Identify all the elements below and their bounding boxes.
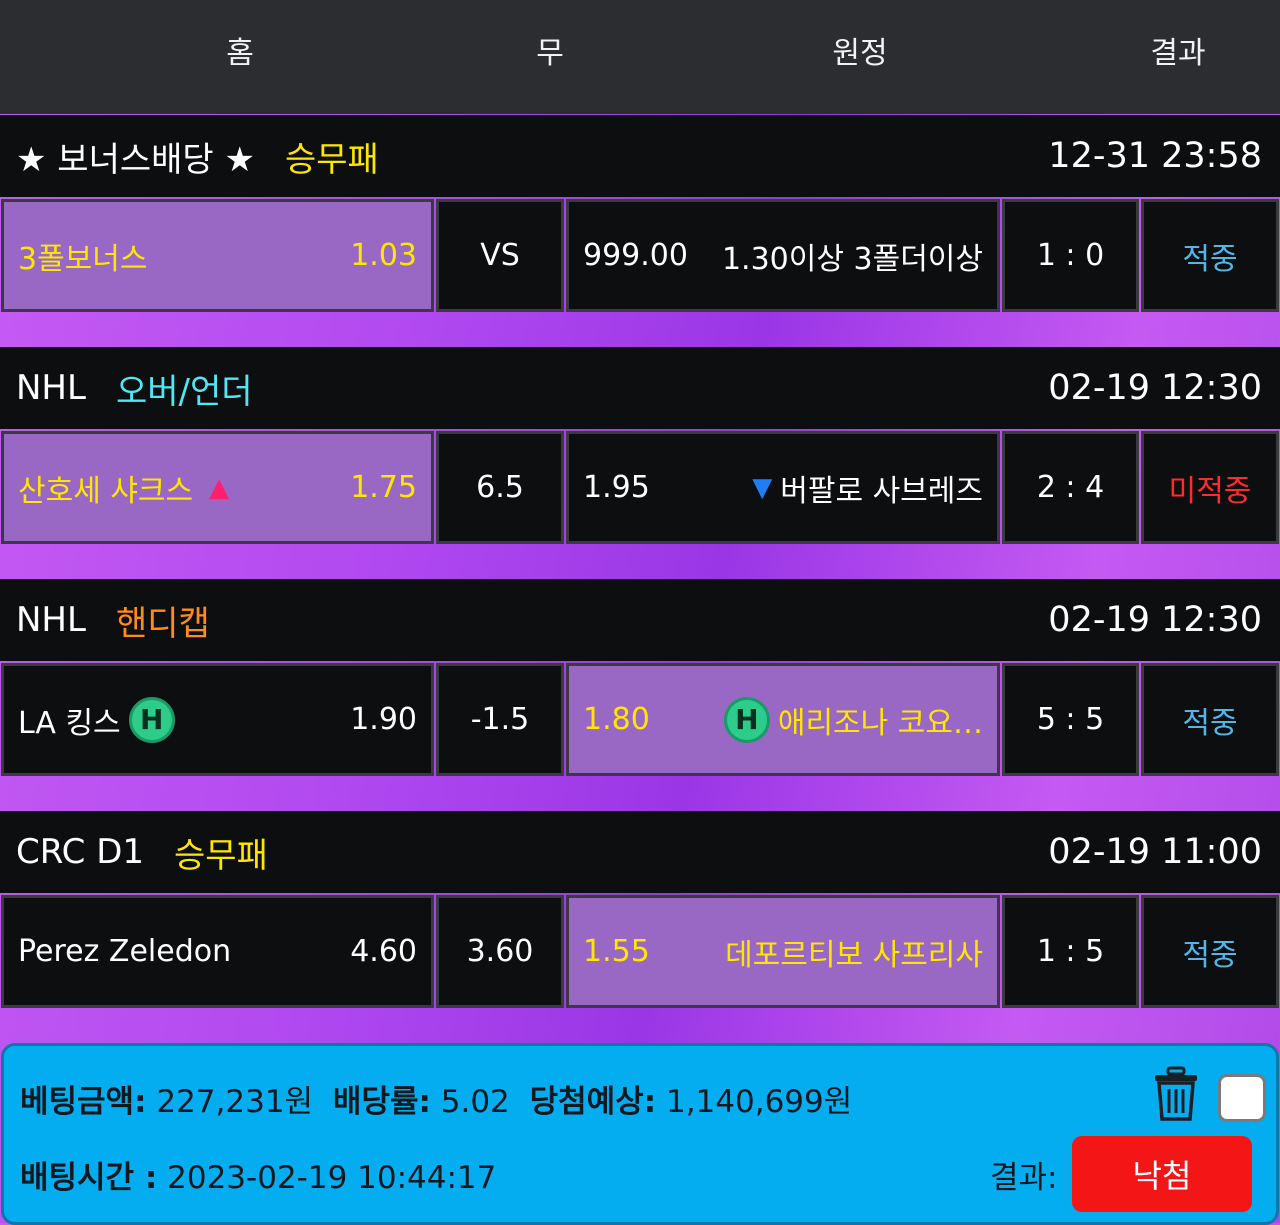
result-status: 적중 (1182, 241, 1238, 277)
score-cell: 5 : 5 (1002, 663, 1139, 776)
away-team-group: ▼ 버팔로 사브레즈 (752, 466, 983, 510)
result-status: 미적중 (1168, 473, 1252, 509)
match-datetime: 02-19 12:30 (1048, 600, 1262, 640)
trash-icon[interactable] (1152, 1066, 1200, 1122)
home-odds: 1.75 (350, 470, 417, 505)
total-odds: 5.02 (440, 1084, 510, 1120)
score-cell: 1 : 5 (1002, 895, 1139, 1008)
column-header: 홈 무 원정 결과 (0, 0, 1280, 114)
score: 2 : 4 (1036, 470, 1105, 505)
result-cell: 적중 (1141, 663, 1279, 776)
score: 1 : 5 (1036, 934, 1105, 969)
bet-summary-line: 베팅금액: 227,231원 배당률: 5.02 당첨예상: 1,140,699… (20, 1076, 852, 1121)
draw-value: VS (480, 238, 520, 273)
away-team-group: H 애리조나 코요… (716, 696, 983, 743)
bet-amount-label: 베팅금액: (20, 1084, 147, 1120)
match-title-bar: NHL 핸디캡 02-19 12:30 (0, 579, 1280, 661)
draw-cell[interactable]: 6.5 (436, 431, 564, 544)
score: 1 : 0 (1036, 238, 1105, 273)
draw-cell[interactable]: 3.60 (436, 895, 564, 1008)
result-label: 결과: (990, 1160, 1058, 1196)
away-team: 버팔로 사브레즈 (780, 473, 983, 509)
score-cell: 2 : 4 (1002, 431, 1139, 544)
home-odds: 1.90 (350, 702, 417, 737)
home-odds: 1.03 (350, 238, 417, 273)
home-cell[interactable]: LA 킹스 H 1.90 (1, 663, 434, 776)
result-button[interactable]: 낙첨 (1072, 1136, 1252, 1212)
home-odds: 4.60 (350, 934, 417, 969)
home-team: Perez Zeledon (18, 934, 232, 969)
match-datetime: 12-31 23:58 (1048, 136, 1262, 176)
draw-cell[interactable]: VS (436, 199, 564, 312)
bet-type: 오버/언더 (115, 371, 253, 412)
bet-time-line: 배팅시간 : 2023-02-19 10:44:17 (20, 1152, 496, 1197)
header-result: 결과 (1150, 36, 1206, 71)
home-team: LA 킹스 (18, 705, 121, 741)
bet-amount: 227,231원 (156, 1084, 314, 1120)
score-cell: 1 : 0 (1002, 199, 1139, 312)
away-cell[interactable]: 1.80 H 애리조나 코요… (566, 663, 1000, 776)
draw-value: 3.60 (466, 934, 534, 969)
handicap-h-icon: H (723, 696, 770, 743)
result-cell: 적중 (1141, 895, 1279, 1008)
result-cell: 적중 (1141, 199, 1279, 312)
bet-summary-panel: 베팅금액: 227,231원 배당률: 5.02 당첨예상: 1,140,699… (1, 1043, 1279, 1225)
away-odds: 1.80 (583, 702, 650, 737)
result-cell: 미적중 (1141, 431, 1279, 544)
away-cell[interactable]: 1.95 ▼ 버팔로 사브레즈 (566, 431, 1000, 544)
header-draw: 무 (536, 36, 564, 71)
bet-type: 승무패 (174, 835, 268, 876)
league-name: ★ 보너스배당 ★ (16, 139, 255, 180)
match-title-bar: CRC D1 승무패 02-19 11:00 (0, 811, 1280, 893)
draw-cell[interactable]: -1.5 (436, 663, 564, 776)
odds-label: 배당률: (332, 1084, 431, 1120)
home-team: 산호세 샤크스 (18, 473, 194, 509)
home-team-group: 산호세 샤크스 ▲ (18, 466, 229, 510)
result-status: 적중 (1182, 705, 1238, 741)
handicap-value: -1.5 (470, 702, 530, 737)
bet-time: 2023-02-19 10:44:17 (167, 1160, 497, 1196)
under-down-arrow-icon: ▼ (752, 472, 773, 503)
home-cell[interactable]: Perez Zeledon 4.60 (1, 895, 434, 1008)
match-datetime: 02-19 11:00 (1048, 832, 1262, 872)
away-cell[interactable]: 999.00 1.30이상 3폴더이상 (566, 199, 1000, 312)
result-status: 적중 (1182, 937, 1238, 973)
away-odds: 1.55 (583, 934, 650, 969)
score: 5 : 5 (1036, 702, 1105, 737)
home-cell[interactable]: 3폴보너스 1.03 (1, 199, 434, 312)
match-datetime: 02-19 12:30 (1048, 368, 1262, 408)
bet-type: 핸디캡 (115, 603, 210, 644)
match-title-bar: NHL 오버/언더 02-19 12:30 (0, 347, 1280, 429)
match-row: 산호세 샤크스 ▲ 1.75 6.5 1.95 ▼ 버팔로 사브레즈 2 : 4… (0, 431, 1280, 546)
home-team: 3폴보너스 (18, 241, 148, 277)
header-home: 홈 (226, 36, 254, 71)
expected-win: 1,140,699원 (665, 1084, 853, 1120)
match-row: LA 킹스 H 1.90 -1.5 1.80 H 애리조나 코요… 5 : 5 … (0, 663, 1280, 778)
away-odds: 1.95 (583, 470, 650, 505)
header-away: 원정 (832, 36, 888, 71)
expected-win-label: 당첨예상: (529, 1084, 657, 1120)
handicap-h-icon: H (128, 696, 175, 743)
away-cell[interactable]: 1.55 데포르티보 사프리사 (566, 895, 1000, 1008)
away-team: 애리조나 코요… (777, 705, 983, 741)
away-team: 데포르티보 사프리사 (725, 937, 983, 973)
match-row: 3폴보너스 1.03 VS 999.00 1.30이상 3폴더이상 1 : 0 … (0, 199, 1280, 314)
match-title-bar: ★ 보너스배당 ★ 승무패 12-31 23:58 (0, 115, 1280, 197)
select-checkbox[interactable] (1218, 1074, 1266, 1122)
league-name: CRC D1 (16, 832, 145, 872)
bet-time-label: 배팅시간 : (20, 1160, 158, 1196)
league-name: NHL (16, 600, 86, 640)
home-team-group: LA 킹스 H (18, 696, 183, 743)
home-cell[interactable]: 산호세 샤크스 ▲ 1.75 (1, 431, 434, 544)
league-name: NHL (16, 368, 86, 408)
away-team: 1.30이상 3폴더이상 (721, 241, 983, 277)
away-odds: 999.00 (583, 238, 688, 273)
match-row: Perez Zeledon 4.60 3.60 1.55 데포르티보 사프리사 … (0, 895, 1280, 1010)
bet-type: 승무패 (284, 139, 379, 180)
draw-value: 6.5 (476, 470, 524, 505)
over-up-arrow-icon: ▲ (209, 472, 230, 503)
